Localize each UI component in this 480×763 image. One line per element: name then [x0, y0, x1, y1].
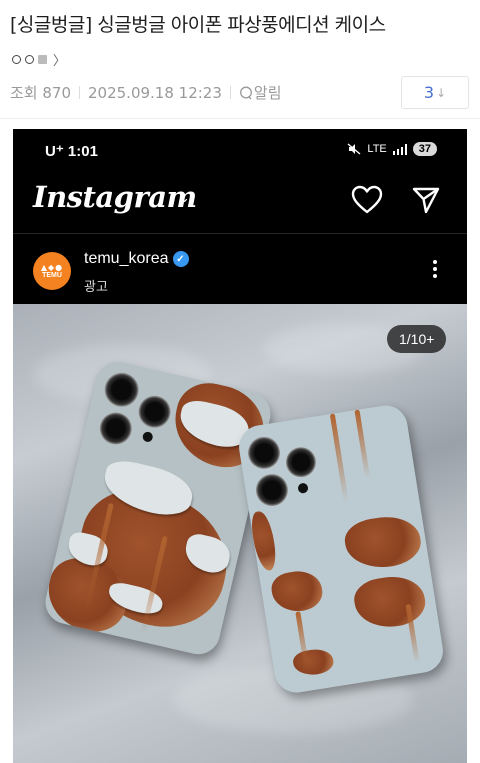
rust-patch	[291, 646, 336, 678]
instagram-logo[interactable]: Instagram	[33, 180, 197, 214]
avatar[interactable]: ▲◆● TEMU	[33, 252, 71, 290]
signal-icon	[392, 143, 407, 155]
alarm-button[interactable]: 알림	[239, 82, 282, 103]
chevron-down-icon[interactable]: ⌄	[179, 191, 190, 206]
camera-lens	[253, 471, 291, 509]
instagram-header: Instagram ⌄	[13, 173, 467, 233]
rust-patch	[269, 567, 325, 616]
account-name: temu_korea	[84, 250, 169, 267]
rust-streak	[354, 409, 371, 480]
camera-flash	[297, 482, 309, 494]
header-divider	[0, 118, 480, 119]
board-square-icon	[38, 54, 47, 64]
rust-patch	[342, 511, 424, 573]
phone-status-bar: U⁺ 1:01 LTE 37	[13, 129, 467, 173]
view-count: 조회 870	[10, 84, 71, 102]
comment-count-button[interactable]: 3 ↓	[401, 76, 469, 109]
camera-lens	[245, 434, 283, 472]
rust-patch	[249, 509, 279, 573]
phone-case-left	[41, 357, 275, 659]
bell-icon	[239, 86, 252, 99]
avatar-emblem-icon: ▲◆●	[40, 262, 64, 272]
comment-count: 3	[423, 83, 435, 102]
alarm-label: 알림	[253, 84, 282, 102]
camera-lens	[283, 445, 319, 480]
avatar-text: TEMU	[42, 271, 62, 279]
post-datetime: 2025.09.18 12:23	[88, 83, 222, 102]
account-name-row[interactable]: temu_korea ✓	[84, 250, 189, 268]
heart-icon[interactable]	[351, 185, 383, 215]
phone-case-right	[235, 402, 447, 696]
status-icons: LTE 37	[347, 142, 437, 156]
camera-lens	[135, 392, 174, 431]
board-link[interactable]: 〉	[12, 50, 67, 69]
mute-icon	[347, 143, 361, 155]
more-options-icon[interactable]	[433, 260, 437, 278]
rust-streak	[329, 413, 349, 503]
status-carrier-time: U⁺ 1:01	[45, 143, 98, 160]
board-chevron-icon: 〉	[53, 53, 67, 69]
battery-indicator: 37	[412, 142, 437, 156]
arrow-down-icon: ↓	[436, 85, 447, 100]
sponsored-label: 광고	[84, 280, 108, 295]
network-type: LTE	[367, 143, 387, 155]
send-icon[interactable]	[411, 185, 441, 215]
board-dot-icon	[12, 54, 21, 64]
board-dot-icon	[25, 54, 34, 64]
camera-flash	[141, 430, 154, 443]
rust-patch	[351, 571, 429, 633]
meta-divider	[79, 86, 80, 99]
verified-icon: ✓	[172, 251, 189, 267]
meta-divider	[229, 86, 231, 99]
camera-lens	[101, 369, 143, 411]
post-meta: 조회 870 2025.09.18 12:23 알림	[10, 82, 282, 103]
post-title: [싱글벙글] 싱글벙글 아이폰 파상풍에디션 케이스	[10, 14, 386, 36]
ig-post-header: ▲◆● TEMU temu_korea ✓ 광고	[13, 234, 467, 304]
camera-lens	[96, 409, 135, 448]
embedded-screenshot: U⁺ 1:01 LTE 37 Instagram ⌄ ▲◆● TEMU temu…	[13, 129, 467, 763]
page-indicator: 1/10+	[387, 325, 447, 353]
post-photo[interactable]: 1/10+	[13, 304, 467, 763]
